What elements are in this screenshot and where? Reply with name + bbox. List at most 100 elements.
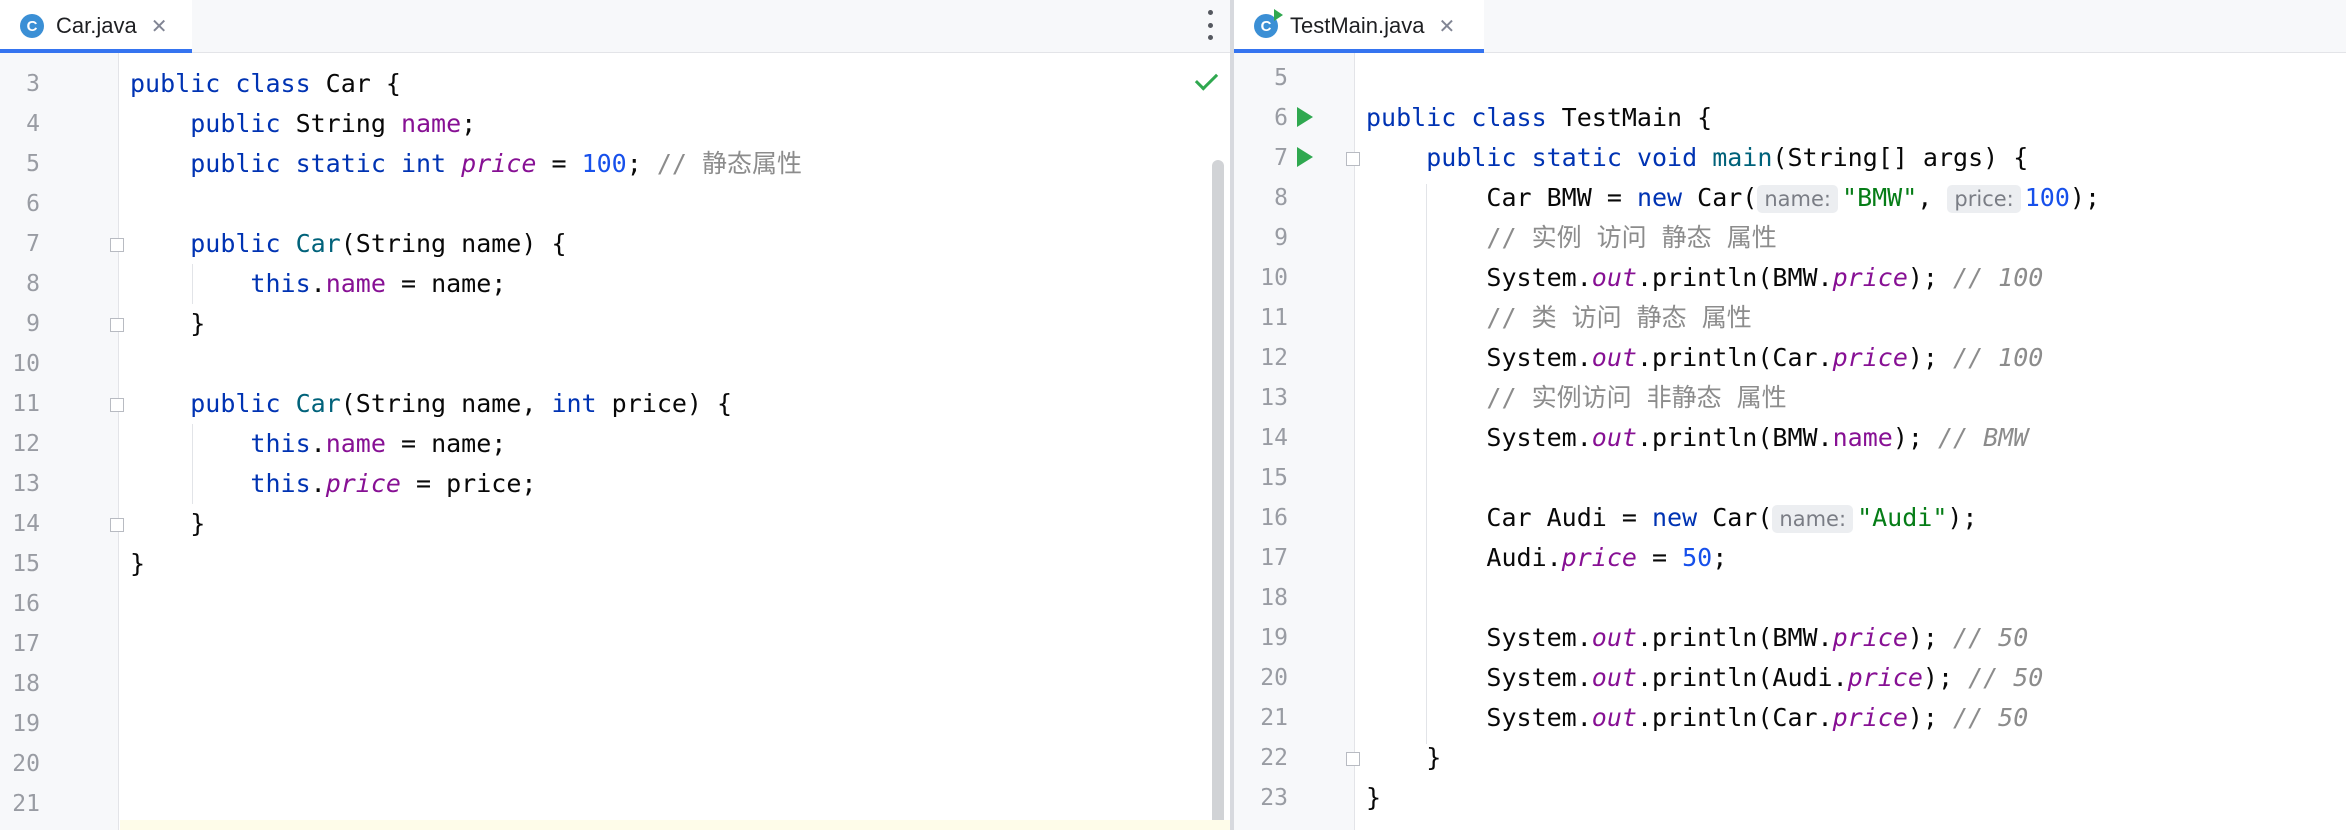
line-number: 3 <box>26 71 40 97</box>
code-line[interactable]: 18 <box>1234 578 2346 618</box>
code-line[interactable]: 11 public Car(String name, int price) { <box>0 384 1230 424</box>
fold-marker-icon[interactable] <box>110 518 124 532</box>
code-line[interactable]: 3 public class Car { <box>0 64 1230 104</box>
left-scrollbar[interactable] <box>1212 160 1224 830</box>
code-line[interactable]: 23} <box>1234 778 2346 818</box>
runnable-badge-icon <box>1274 9 1283 21</box>
code-line[interactable]: 6 public class TestMain { <box>1234 98 2346 138</box>
code-text: public Car(String name, int price) { <box>130 384 732 424</box>
code-line[interactable]: 13 // 实例访问 非静态 属性 <box>1234 378 2346 418</box>
fold-marker-icon[interactable] <box>1346 752 1360 766</box>
line-number: 20 <box>1260 665 1288 691</box>
code-token: void <box>1636 143 1713 172</box>
line-number: 10 <box>1260 265 1288 291</box>
code-line[interactable]: 8 this.name = name; <box>0 264 1230 304</box>
code-line[interactable]: 17 <box>0 624 1230 664</box>
run-gutter-icon[interactable] <box>1297 107 1313 127</box>
code-token: , <box>1917 183 1948 212</box>
code-token: System. <box>1366 703 1592 732</box>
code-line[interactable]: 9 // 实例 访问 静态 属性 <box>1234 218 2346 258</box>
code-token: ); <box>1907 343 1954 372</box>
line-number: 7 <box>1274 145 1288 171</box>
code-line[interactable]: 13 this.price = price; <box>0 464 1230 504</box>
fold-marker-icon[interactable] <box>110 398 124 412</box>
code-line[interactable]: 12 System.out.println(Car.price); // 100 <box>1234 338 2346 378</box>
code-token: // 实例访问 非静态 属性 <box>1486 383 1787 412</box>
code-text: System.out.println(Car.price); // 100 <box>1366 338 2043 378</box>
tab-car-java[interactable]: C Car.java ✕ <box>0 0 192 53</box>
line-number: 20 <box>12 751 40 777</box>
code-token: } <box>1366 743 1442 772</box>
line-number: 10 <box>12 351 40 377</box>
code-line[interactable]: 18 <box>0 664 1230 704</box>
code-line[interactable]: 7 public Car(String name) { <box>0 224 1230 264</box>
code-line[interactable]: 20 <box>0 744 1230 784</box>
right-tab-bar: C TestMain.java ✕ <box>1234 0 2346 53</box>
code-token: System. <box>1366 623 1592 652</box>
code-line[interactable]: 12 this.name = name; <box>0 424 1230 464</box>
code-line[interactable]: 14 } <box>0 504 1230 544</box>
code-line[interactable]: 19 System.out.println(BMW.price); // 50 <box>1234 618 2346 658</box>
line-number: 13 <box>1260 385 1288 411</box>
line-number: 21 <box>12 791 40 817</box>
close-icon[interactable]: ✕ <box>1439 14 1456 38</box>
run-gutter-icon[interactable] <box>1297 147 1313 167</box>
code-token: // 实例 访问 静态 属性 <box>1486 223 1777 252</box>
code-line[interactable]: 21 System.out.println(Car.price); // 50 <box>1234 698 2346 738</box>
code-line[interactable]: 5 public static int price = 100; // 静态属性 <box>0 144 1230 184</box>
code-token: public <box>190 389 296 418</box>
code-line[interactable]: 19 <box>0 704 1230 744</box>
code-text: public Car(String name) { <box>130 224 566 264</box>
code-line[interactable]: 22 } <box>1234 738 2346 778</box>
more-vertical-icon[interactable] <box>1206 10 1214 40</box>
code-token: int <box>400 149 462 178</box>
fold-marker-icon[interactable] <box>110 318 124 332</box>
code-line[interactable]: 16 <box>0 584 1230 624</box>
code-line[interactable]: 10 <box>0 344 1230 384</box>
code-text: } <box>1366 738 1441 778</box>
fold-marker-icon[interactable] <box>110 238 124 252</box>
close-icon[interactable]: ✕ <box>151 14 168 38</box>
code-text: System.out.println(BMW.price); // 50 <box>1366 618 2028 658</box>
code-token: .println(BMW. <box>1636 263 1833 292</box>
code-line[interactable]: 21 <box>0 784 1230 824</box>
code-line[interactable]: 20 System.out.println(Audi.price); // 50 <box>1234 658 2346 698</box>
code-token: = <box>536 149 582 178</box>
code-token: out <box>1591 343 1637 372</box>
code-line[interactable]: 7 public static void main(String[] args)… <box>1234 138 2346 178</box>
code-token: this <box>250 469 311 498</box>
code-line[interactable]: 6 <box>0 184 1230 224</box>
line-number: 15 <box>1260 465 1288 491</box>
code-line[interactable]: 16 Car Audi = new Car(name: "Audi"); <box>1234 498 2346 538</box>
code-line[interactable]: 17 Audi.price = 50; <box>1234 538 2346 578</box>
code-token: // BMW <box>1937 423 2029 452</box>
line-number: 19 <box>12 711 40 737</box>
code-token: .println(Car. <box>1636 343 1833 372</box>
code-token: price <box>1832 623 1908 652</box>
code-line[interactable]: 10 System.out.println(BMW.price); // 100 <box>1234 258 2346 298</box>
code-line[interactable]: 5 <box>1234 58 2346 98</box>
line-number: 16 <box>12 591 40 617</box>
tab-testmain-java[interactable]: C TestMain.java ✕ <box>1234 0 1484 53</box>
code-line[interactable]: 8 Car BMW = new Car(name: "BMW", price: 10… <box>1234 178 2346 218</box>
code-line[interactable]: 4 public String name; <box>0 104 1230 144</box>
code-token: .println(BMW. <box>1636 623 1833 652</box>
code-text: public static int price = 100; // 静态属性 <box>130 144 802 184</box>
code-token: ); <box>1907 263 1954 292</box>
code-token: System. <box>1366 663 1592 692</box>
code-line[interactable]: 15} <box>0 544 1230 584</box>
code-line[interactable]: 11 // 类 访问 静态 属性 <box>1234 298 2346 338</box>
line-number: 7 <box>26 231 40 257</box>
code-line[interactable]: 15 <box>1234 458 2346 498</box>
code-line[interactable]: 14 System.out.println(BMW.name); // BMW <box>1234 418 2346 458</box>
code-token: ); <box>1892 423 1938 452</box>
tab-label: Car.java <box>56 13 137 38</box>
fold-marker-icon[interactable] <box>1346 152 1360 166</box>
code-line[interactable]: 9 } <box>0 304 1230 344</box>
code-token: = <box>1636 543 1683 572</box>
code-token: // 50 <box>1953 703 2029 732</box>
code-token: ); <box>2069 183 2100 212</box>
